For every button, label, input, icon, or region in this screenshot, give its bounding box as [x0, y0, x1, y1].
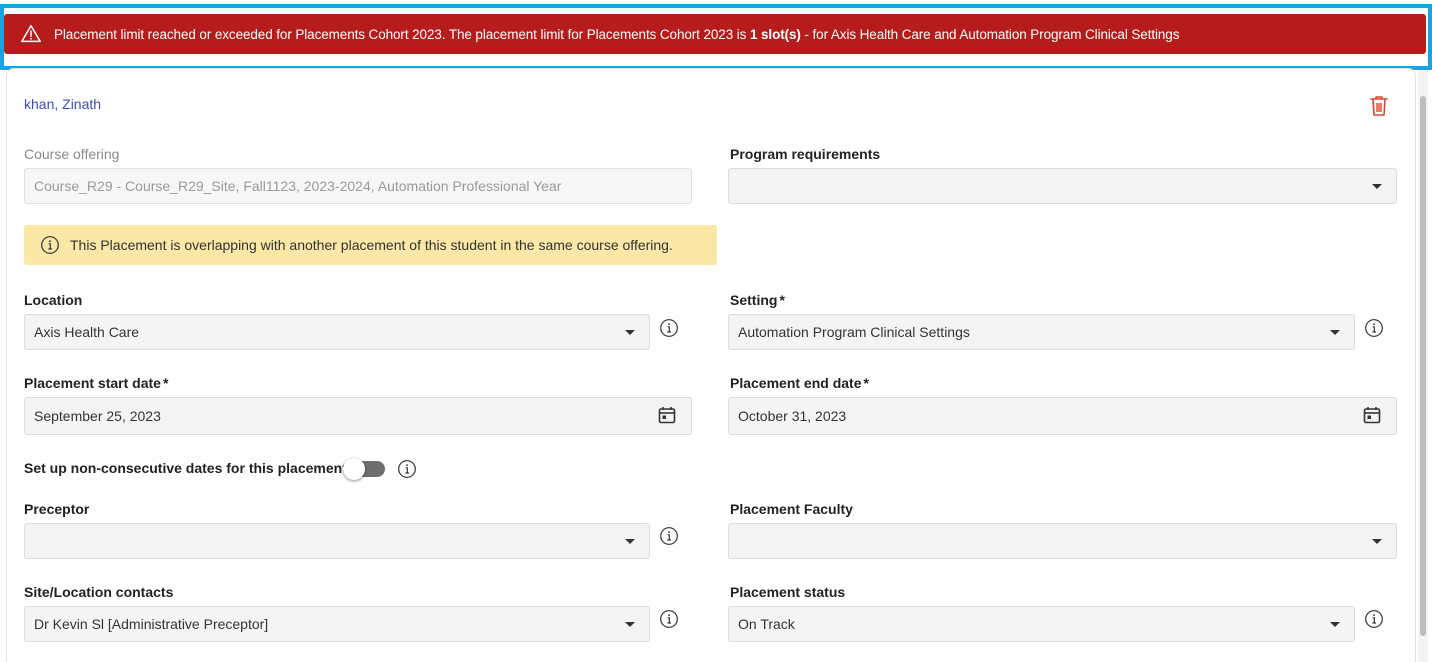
program-requirements-label: Program requirements — [730, 146, 881, 162]
site-contacts-info-icon[interactable] — [659, 609, 679, 629]
placement-faculty-label: Placement Faculty — [730, 501, 853, 517]
overlap-warning: This Placement is overlapping with anoth… — [24, 225, 717, 265]
course-offering-field: Course_R29 - Course_R29_Site, Fall1123, … — [24, 168, 692, 204]
info-icon — [41, 236, 59, 254]
course-offering-label: Course offering — [24, 146, 120, 162]
site-contacts-label: Site/Location contacts — [24, 584, 174, 600]
calendar-icon[interactable] — [1362, 405, 1382, 425]
non-consecutive-toggle[interactable] — [343, 458, 385, 480]
placement-faculty-select[interactable] — [728, 523, 1397, 559]
preceptor-select[interactable] — [24, 523, 650, 559]
placement-limit-alert: Placement limit reached or exceeded for … — [4, 14, 1426, 54]
program-requirements-select[interactable] — [728, 168, 1397, 204]
non-consecutive-label: Set up non-consecutive dates for this pl… — [24, 460, 347, 476]
chevron-down-icon — [1330, 622, 1340, 627]
start-date-label: Placement start date * — [24, 375, 169, 391]
setting-label: Setting * — [730, 292, 785, 308]
preceptor-info-icon[interactable] — [659, 526, 679, 546]
student-name-link[interactable]: khan, Zinath — [24, 96, 101, 112]
site-contacts-select[interactable]: Dr Kevin Sl [Administrative Preceptor] — [24, 606, 650, 642]
setting-select[interactable]: Automation Program Clinical Settings — [728, 314, 1355, 350]
chevron-down-icon — [625, 622, 635, 627]
location-label: Location — [24, 292, 83, 308]
end-date-input[interactable]: October 31, 2023 — [728, 397, 1397, 435]
chevron-down-icon — [1330, 330, 1340, 335]
setting-info-icon[interactable] — [1364, 318, 1384, 338]
chevron-down-icon — [1372, 184, 1382, 189]
location-select[interactable]: Axis Health Care — [24, 314, 650, 350]
scrollbar-thumb[interactable] — [1420, 96, 1426, 636]
placement-status-info-icon[interactable] — [1364, 609, 1384, 629]
placement-status-label: Placement status — [730, 584, 846, 600]
non-consecutive-info-icon[interactable] — [397, 459, 417, 479]
alert-text: Placement limit reached or exceeded for … — [54, 26, 1180, 42]
warning-icon — [21, 25, 41, 43]
calendar-icon[interactable] — [657, 405, 677, 425]
preceptor-label: Preceptor — [24, 501, 90, 517]
location-info-icon[interactable] — [659, 318, 679, 338]
placement-card — [6, 68, 1416, 662]
chevron-down-icon — [1372, 539, 1382, 544]
chevron-down-icon — [625, 330, 635, 335]
placement-status-select[interactable]: On Track — [728, 606, 1355, 642]
chevron-down-icon — [625, 539, 635, 544]
trash-icon[interactable] — [1368, 94, 1390, 118]
end-date-label: Placement end date * — [730, 375, 869, 391]
start-date-input[interactable]: September 25, 2023 — [24, 397, 692, 435]
